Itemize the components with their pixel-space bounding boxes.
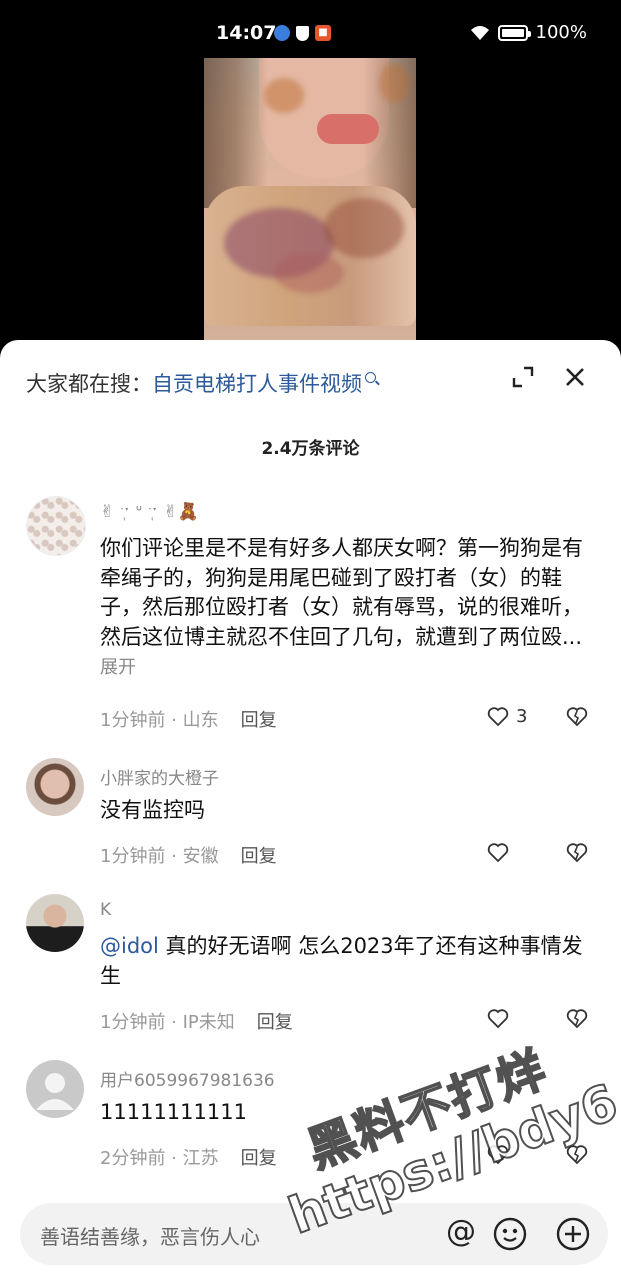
comment-meta: 2分钟前 · 江苏 回复 (100, 1144, 277, 1170)
reply-button[interactable]: 回复 (257, 1012, 293, 1033)
comment-time-location: 1分钟前 · 安徽 (100, 846, 219, 867)
trending-search[interactable]: 大家都在搜： 自贡电梯打人事件视频 (26, 368, 376, 398)
expand-link[interactable]: 展开 (100, 657, 136, 678)
app-notification-icon (274, 25, 290, 41)
battery-icon (497, 24, 531, 41)
comment-body: 真的好无语啊 怎么2023年了还有这种事情发生 (100, 934, 583, 988)
comment-time-location: 2分钟前 · 江苏 (100, 1148, 219, 1169)
close-icon[interactable] (564, 366, 586, 388)
broken-heart-icon (566, 1009, 588, 1029)
status-time: 14:07 (216, 22, 277, 44)
app-badge-icon: ■ (315, 25, 331, 41)
dislike-button[interactable] (565, 1006, 589, 1034)
comment-input[interactable]: 善语结善缘，恶言伤人心 @ (20, 1203, 608, 1265)
comment-count: 2.4万条评论 (261, 439, 360, 459)
default-avatar-icon (36, 1073, 74, 1110)
expand-icon[interactable] (512, 366, 534, 388)
dislike-button[interactable] (565, 1142, 589, 1170)
notification-icons: ■ (274, 25, 331, 41)
comment-meta: 1分钟前 · 安徽 回复 (100, 842, 277, 868)
comment-author[interactable]: 用户6059967981636 (100, 1066, 275, 1091)
dislike-button[interactable] (565, 840, 589, 868)
at-mention-icon[interactable]: @ (446, 1217, 476, 1247)
like-button[interactable] (486, 840, 510, 864)
heart-icon (487, 843, 509, 863)
comment-text: @idol 真的好无语啊 怎么2023年了还有这种事情发生 (100, 932, 590, 991)
search-icon (365, 371, 376, 383)
heart-icon (487, 1145, 509, 1165)
broken-heart-icon (566, 707, 588, 727)
avatar[interactable] (26, 758, 84, 816)
avatar[interactable] (26, 496, 86, 556)
shield-icon (296, 25, 309, 41)
bruise-mark (264, 78, 304, 113)
like-button[interactable]: 3 (486, 704, 527, 728)
bruise-mark (274, 253, 344, 293)
mention-link[interactable]: @idol (100, 934, 159, 958)
broken-heart-icon (566, 843, 588, 863)
like-button[interactable] (486, 1142, 510, 1166)
comment-time-location: 1分钟前 · IP未知 (100, 1012, 235, 1033)
add-icon[interactable] (555, 1216, 591, 1252)
like-button[interactable] (486, 1006, 510, 1030)
bruise-mark (324, 198, 404, 258)
comment-text: 你们评论里是不是有好多人都厌女啊？第一狗狗是有牵绳子的，狗狗是用尾巴碰到了殴打者… (100, 534, 590, 683)
reply-button[interactable]: 回复 (241, 710, 277, 731)
avatar[interactable] (26, 894, 84, 952)
trending-search-prefix: 大家都在搜： (26, 372, 152, 396)
comment-meta: 1分钟前 · 山东 回复 (100, 706, 277, 732)
comment-text: 11111111111 (100, 1100, 247, 1124)
dislike-button[interactable] (565, 704, 589, 732)
comment-meta: 1分钟前 · IP未知 回复 (100, 1008, 293, 1034)
comment-author[interactable]: 小胖家的大橙子 (100, 764, 219, 789)
bruise-mark (379, 63, 409, 103)
like-count: 3 (516, 705, 528, 727)
comment-input-placeholder[interactable]: 善语结善缘，恶言伤人心 (40, 1221, 260, 1250)
trending-search-link[interactable]: 自贡电梯打人事件视频 (152, 368, 362, 398)
avatar[interactable] (26, 1060, 84, 1118)
heart-icon (487, 707, 509, 727)
comment-author[interactable]: K (100, 900, 111, 920)
broken-heart-icon (566, 1145, 588, 1165)
emoji-icon[interactable] (492, 1216, 528, 1252)
comment-body: 你们评论里是不是有好多人都厌女啊？第一狗狗是有牵绳子的，狗狗是用尾巴碰到了殴打者… (100, 536, 583, 649)
reply-button[interactable]: 回复 (241, 846, 277, 867)
video-frame[interactable] (204, 58, 416, 358)
video-lips (317, 114, 379, 144)
heart-icon (487, 1009, 509, 1029)
reply-button[interactable]: 回复 (241, 1148, 277, 1169)
wifi-icon (470, 25, 489, 40)
comment-text: 没有监控吗 (100, 798, 205, 822)
status-bar: 14:07 ■ 100% (0, 0, 621, 58)
video-player[interactable] (0, 58, 621, 358)
status-right: 100% (470, 22, 587, 43)
comment-sheet: 大家都在搜： 自贡电梯打人事件视频 2.4万条评论 ✌︎ ˑ᷂ˑ ᐡ ˑ᷂ˑ ✌… (0, 340, 621, 1280)
comment-author[interactable]: ✌︎ ˑ᷂ˑ ᐡ ˑ᷂ˑ ✌︎🧸 (100, 502, 199, 522)
comment-time-location: 1分钟前 · 山东 (100, 710, 219, 731)
battery-level: 100% (535, 22, 587, 43)
